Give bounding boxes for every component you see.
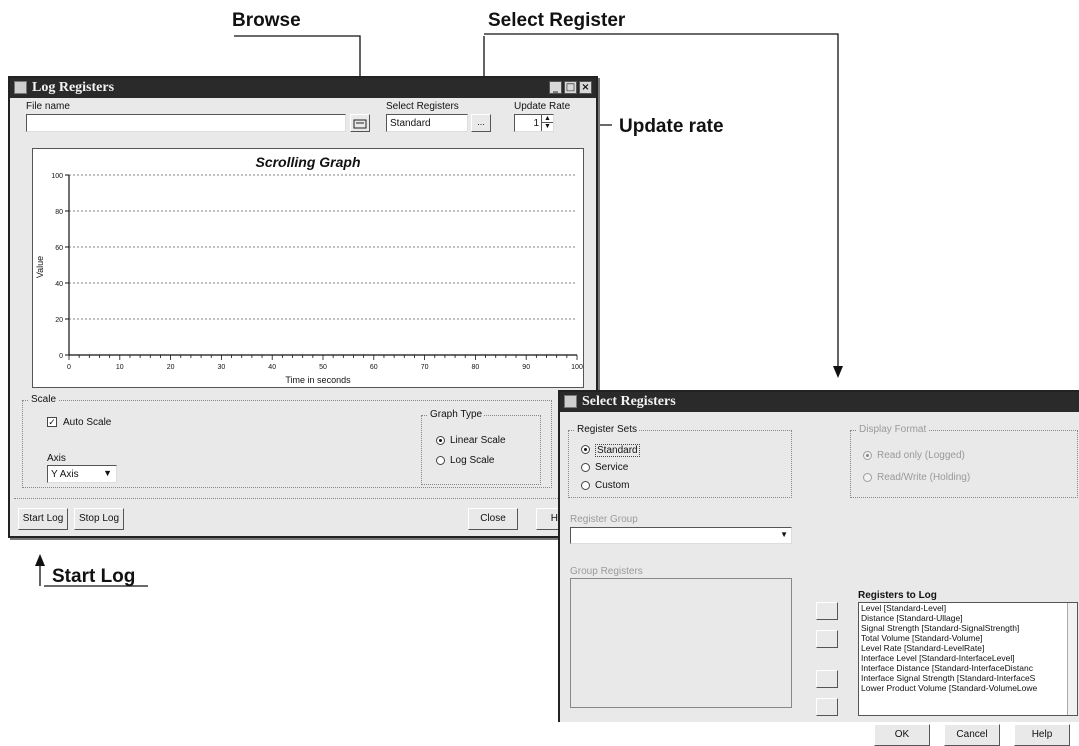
app-icon <box>564 395 577 408</box>
linear-scale-label: Linear Scale <box>450 435 506 446</box>
maximize-icon[interactable]: □ <box>564 81 577 94</box>
x-tick-label: 70 <box>421 364 429 371</box>
list-item[interactable]: Interface Level [Standard-InterfaceLevel… <box>859 653 1065 663</box>
ok-button[interactable]: OK <box>874 724 930 746</box>
register-group-label: Register Group <box>570 514 638 525</box>
y-tick-label: 60 <box>55 245 63 252</box>
list-item[interactable]: Level Rate [Standard-LevelRate] <box>859 643 1065 653</box>
select-registers-label: Select Registers <box>386 101 459 112</box>
file-name-label: File name <box>26 101 70 112</box>
read-write-radio[interactable] <box>863 473 872 482</box>
app-icon <box>14 81 27 94</box>
x-tick-label: 60 <box>370 364 378 371</box>
x-tick-label: 80 <box>472 364 480 371</box>
list-item[interactable]: Distance [Standard-Ullage] <box>859 613 1065 623</box>
group-registers-list[interactable] <box>570 578 792 708</box>
axis-label: Axis <box>47 453 66 464</box>
read-only-label: Read only (Logged) <box>877 450 965 461</box>
cancel-button[interactable]: Cancel <box>944 724 1000 746</box>
select-registers-title: Select Registers <box>582 394 676 409</box>
read-only-radio[interactable] <box>863 451 872 460</box>
chevron-down-icon: ▼ <box>780 530 788 539</box>
standard-radio[interactable] <box>581 445 590 454</box>
folder-icon <box>353 119 367 129</box>
register-sets-group: Register Sets Standard Service Custom <box>568 424 792 498</box>
service-label: Service <box>595 462 629 473</box>
y-tick-label: 20 <box>55 317 63 324</box>
auto-scale-label: Auto Scale <box>63 417 112 428</box>
graph-x-label: Time in seconds <box>285 375 351 385</box>
custom-radio[interactable] <box>581 481 590 490</box>
list-item[interactable]: Level [Standard-Level] <box>859 603 1065 613</box>
scale-group: Scale ✓ Auto Scale Axis Y Axis ▼ Graph T… <box>22 394 552 488</box>
auto-scale-checkbox[interactable]: ✓ <box>47 417 57 427</box>
service-radio[interactable] <box>581 463 590 472</box>
graph-canvas: Scrolling Graph Value Time in seconds 0 2… <box>35 154 583 385</box>
graph-title: Scrolling Graph <box>255 154 360 170</box>
x-tick-label: 100 <box>571 364 583 371</box>
y-tick-label: 100 <box>51 173 63 180</box>
register-sets-title: Register Sets <box>575 424 640 435</box>
custom-label: Custom <box>595 480 630 491</box>
spin-up-icon[interactable]: ▲ <box>541 115 553 123</box>
group-registers-label: Group Registers <box>570 566 643 577</box>
browse-button[interactable] <box>350 114 370 132</box>
minimize-icon[interactable]: _ <box>549 81 562 94</box>
display-format-group: Display Format Read only (Logged) Read/W… <box>850 424 1078 498</box>
registers-to-log-list[interactable]: Level [Standard-Level] Distance [Standard… <box>858 602 1078 716</box>
list-item[interactable]: Interface Signal Strength [Standard-Inte… <box>859 673 1065 683</box>
stop-log-button[interactable]: Stop Log <box>74 508 124 530</box>
list-item[interactable]: Total Volume [Standard-Volume] <box>859 633 1065 643</box>
x-tick-label: 90 <box>522 364 530 371</box>
standard-label: Standard <box>595 444 640 457</box>
x-tick-label: 40 <box>268 364 276 371</box>
scale-group-title: Scale <box>29 394 59 405</box>
select-registers-field: Standard <box>386 114 468 132</box>
bottom-divider <box>14 498 592 499</box>
log-scale-label: Log Scale <box>450 455 495 466</box>
log-registers-title: Log Registers <box>32 80 115 95</box>
x-tick-label: 10 <box>116 364 124 371</box>
log-registers-window: Log Registers _ □ × File name Select Reg… <box>8 76 598 538</box>
axis-select[interactable]: Y Axis ▼ <box>47 465 117 483</box>
list-item[interactable]: Lower Product Volume [Standard-VolumeLow… <box>859 683 1065 693</box>
select-registers-button[interactable]: ... <box>471 114 491 132</box>
y-tick-label: 80 <box>55 209 63 216</box>
graph-type-group-title: Graph Type <box>428 409 485 420</box>
x-tick-label: 50 <box>319 364 327 371</box>
update-rate-spinner[interactable]: 1 ▲ ▼ <box>514 114 554 132</box>
select-registers-titlebar[interactable]: Select Registers <box>560 392 1079 412</box>
display-format-title: Display Format <box>857 424 929 435</box>
close-button[interactable]: Close <box>468 508 518 530</box>
x-tick-label: 30 <box>218 364 226 371</box>
update-rate-label: Update Rate <box>514 101 571 112</box>
registers-to-log-label: Registers to Log <box>858 590 937 601</box>
linear-scale-radio[interactable] <box>436 436 445 445</box>
list-item[interactable]: Signal Strength [Standard-SignalStrength… <box>859 623 1065 633</box>
close-icon[interactable]: × <box>579 81 592 94</box>
registers-scrollbar[interactable] <box>1067 603 1077 715</box>
add-all-button[interactable] <box>816 670 838 688</box>
chevron-down-icon: ▼ <box>103 468 112 478</box>
y-tick-label: 40 <box>55 281 63 288</box>
x-tick-label: 0 <box>67 364 71 371</box>
add-register-button[interactable] <box>816 602 838 620</box>
register-group-select[interactable]: ▼ <box>570 527 792 544</box>
log-registers-titlebar[interactable]: Log Registers _ □ × <box>10 78 596 98</box>
select-help-button[interactable]: Help <box>1014 724 1070 746</box>
list-item[interactable]: Interface Distance [Standard-InterfaceDi… <box>859 663 1065 673</box>
graph-y-label: Value <box>35 256 45 278</box>
start-log-button[interactable]: Start Log <box>18 508 68 530</box>
remove-register-button[interactable] <box>816 630 838 648</box>
scrolling-graph: Scrolling Graph Value Time in seconds 0 2… <box>32 148 584 388</box>
remove-all-button[interactable] <box>816 698 838 716</box>
y-tick-label: 0 <box>59 353 63 360</box>
x-tick-label: 20 <box>167 364 175 371</box>
graph-type-group: Graph Type Linear Scale Log Scale <box>421 409 541 485</box>
spin-down-icon[interactable]: ▼ <box>541 123 553 131</box>
select-registers-window: Select Registers Register Sets Standard … <box>558 390 1079 746</box>
file-name-input[interactable] <box>26 114 346 132</box>
read-write-label: Read/Write (Holding) <box>877 472 971 483</box>
log-scale-radio[interactable] <box>436 456 445 465</box>
